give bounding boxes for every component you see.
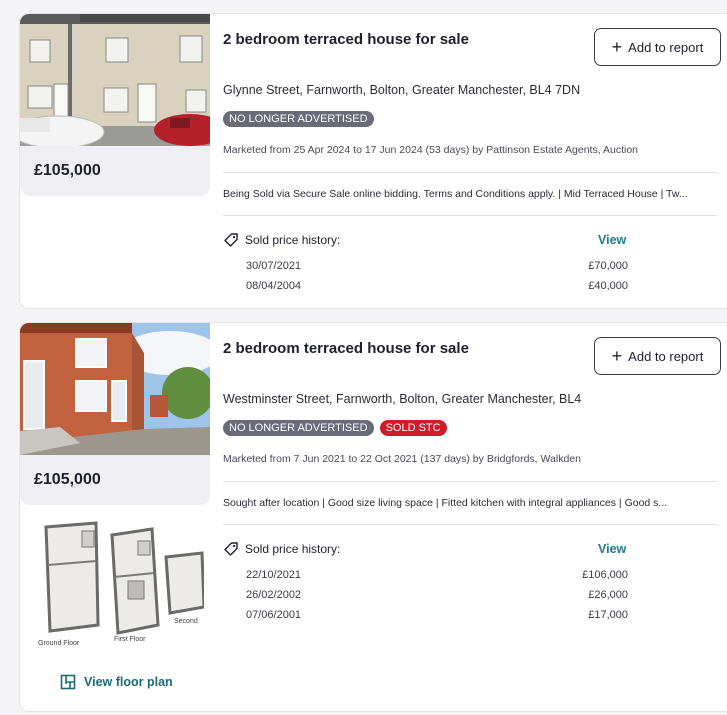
history-date: 08/04/2004	[246, 280, 302, 292]
floor-label: Second	[174, 618, 198, 625]
floor-plan-icon	[60, 674, 76, 690]
history-date: 26/02/2002	[246, 589, 302, 601]
listing-title[interactable]: 2 bedroom terraced house for sale	[223, 340, 469, 357]
sold-price-history-header: Sold price history:	[223, 541, 340, 557]
add-to-report-label: Add to report	[628, 39, 704, 55]
status-badge: NO LONGER ADVERTISED	[223, 111, 374, 127]
divider	[223, 524, 718, 525]
history-date: 22/10/2021	[246, 569, 302, 581]
history-amount: £106,000	[582, 569, 628, 581]
divider	[223, 172, 718, 173]
history-amount: £40,000	[588, 280, 628, 292]
add-to-report-button[interactable]: + Add to report	[594, 337, 721, 375]
badge-row: NO LONGER ADVERTISED	[223, 111, 374, 127]
view-floor-plan-link[interactable]: View floor plan	[60, 674, 173, 690]
sold-price-history-label: Sold price history:	[245, 542, 341, 556]
listing-address: Glynne Street, Farnworth, Bolton, Greate…	[223, 83, 581, 97]
property-photo[interactable]	[20, 323, 210, 455]
listing-card: £105,000 2 bedroom terraced house for sa…	[19, 13, 727, 309]
marketed-info: Marketed from 7 Jun 2021 to 22 Oct 2021 …	[223, 453, 581, 465]
add-to-report-button[interactable]: + Add to report	[594, 28, 721, 66]
floor-label: Ground Floor	[38, 640, 80, 647]
property-photo[interactable]	[20, 14, 210, 146]
floor-plan-thumbnail[interactable]: Ground Floor First Floor Second	[34, 521, 206, 651]
price-tag-icon	[224, 233, 238, 247]
listing-card: £105,000 Ground Floor First Floor Second	[19, 322, 727, 712]
price-box: £105,000	[20, 146, 210, 196]
history-date: 30/07/2021	[246, 260, 302, 272]
sold-price-history-label: Sold price history:	[245, 233, 341, 247]
history-amount: £26,000	[588, 589, 628, 601]
view-history-link[interactable]: View	[598, 542, 626, 556]
plus-icon: +	[611, 37, 623, 57]
price-tag-icon	[224, 542, 238, 556]
badge-row: NO LONGER ADVERTISED SOLD STC	[223, 420, 447, 436]
listing-price: £105,000	[34, 471, 101, 488]
listing-address: Westminster Street, Farnworth, Bolton, G…	[223, 392, 582, 406]
listing-description: Being Sold via Secure Sale online biddin…	[223, 188, 688, 200]
status-badge: NO LONGER ADVERTISED	[223, 420, 374, 436]
divider	[223, 215, 718, 216]
sold-stc-badge: SOLD STC	[379, 420, 447, 436]
listing-title[interactable]: 2 bedroom terraced house for sale	[223, 31, 469, 48]
marketed-info: Marketed from 25 Apr 2024 to 17 Jun 2024…	[223, 144, 639, 156]
listing-description: Sought after location | Good size living…	[223, 497, 668, 509]
plus-icon: +	[611, 346, 623, 366]
history-amount: £17,000	[588, 609, 628, 621]
history-amount: £70,000	[588, 260, 628, 272]
history-date: 07/06/2001	[246, 609, 302, 621]
view-floor-plan-label: View floor plan	[84, 675, 173, 689]
divider	[223, 481, 718, 482]
sold-price-history-header: Sold price history:	[223, 232, 340, 248]
listing-price: £105,000	[34, 162, 101, 179]
floor-label: First Floor	[114, 636, 146, 643]
price-box: £105,000	[20, 455, 210, 505]
view-history-link[interactable]: View	[598, 233, 626, 247]
add-to-report-label: Add to report	[628, 348, 704, 364]
